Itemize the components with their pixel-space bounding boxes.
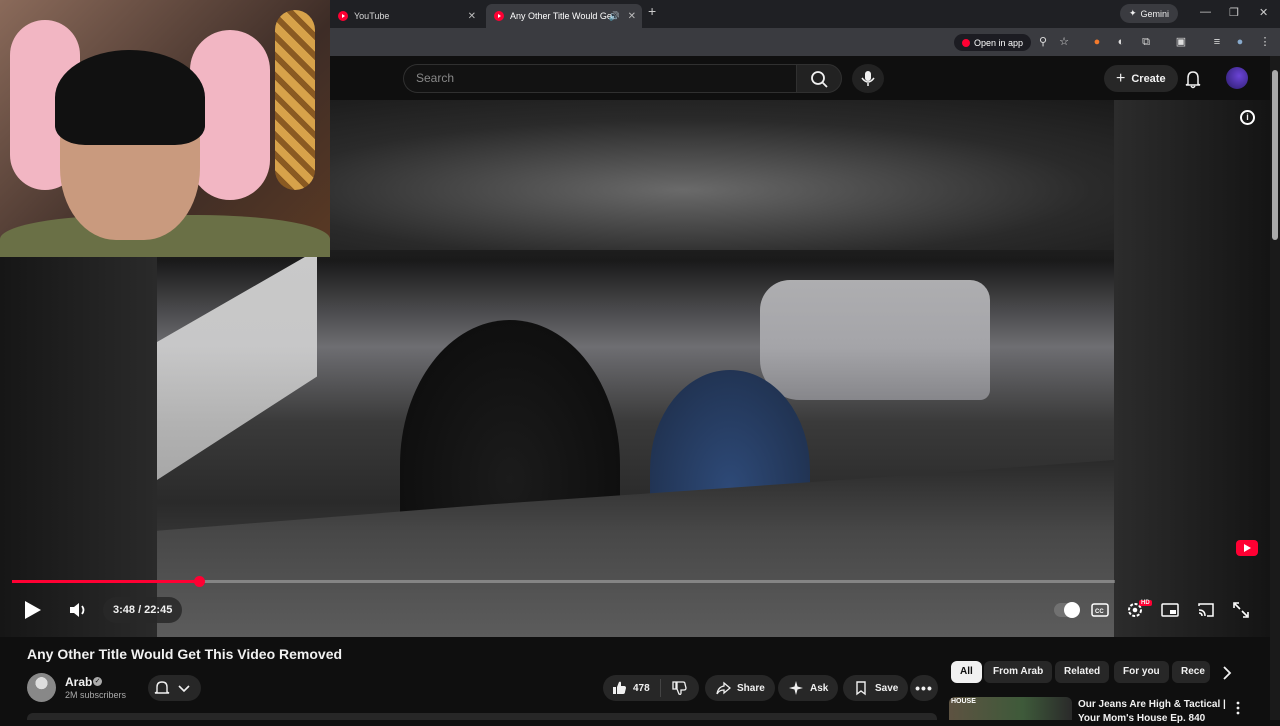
volume-icon (70, 603, 85, 617)
youtube-favicon-icon (338, 11, 348, 21)
extensions-puzzle-icon[interactable]: ⧉ (1139, 35, 1153, 49)
play-button[interactable] (20, 598, 44, 622)
plus-icon: + (1116, 69, 1126, 87)
notifications-bell-icon[interactable] (1182, 68, 1204, 90)
webcam-giraffe-toy (275, 10, 315, 190)
webcam-beanie (55, 50, 205, 145)
sparkle-icon (789, 681, 803, 695)
video-title: Any Other Title Would Get This Video Rem… (27, 646, 343, 662)
extension-icon[interactable]: ◐ (1114, 35, 1128, 49)
search-icon (811, 71, 828, 88)
tab-current-video[interactable]: Any Other Title Would Get 🔊 ✕ (486, 4, 642, 28)
bookmark-icon (856, 681, 866, 696)
video-frame-window (760, 280, 990, 400)
like-count[interactable]: 478 (633, 683, 650, 694)
close-tab-icon[interactable]: ✕ (628, 11, 636, 22)
menu-kebab-icon[interactable]: ⋮ (1258, 35, 1272, 49)
progress-bar[interactable] (12, 576, 1115, 587)
miniplayer-icon[interactable] (1160, 600, 1180, 620)
webcam-overlay (0, 0, 330, 257)
open-in-app-label: Open in app (974, 37, 1024, 48)
microphone-icon (861, 71, 875, 86)
player-letterbox-right (1114, 100, 1270, 637)
more-horizontal-icon: ••• (915, 680, 933, 696)
youtube-favicon-icon (494, 11, 504, 21)
ask-button[interactable]: Ask (778, 675, 839, 701)
cast-icon[interactable] (1196, 600, 1216, 620)
recommendation-thumbnail[interactable]: HOUSE (949, 697, 1072, 720)
channel-avatar[interactable] (27, 673, 56, 702)
save-button[interactable]: Save (843, 675, 909, 701)
chip-recent[interactable]: Rece (1172, 661, 1210, 683)
progress-played (12, 580, 199, 583)
description-box[interactable] (27, 713, 937, 720)
sparkle-icon: ✦ (1129, 8, 1137, 18)
bell-icon (154, 681, 170, 694)
gemini-label: Gemini (1140, 8, 1170, 19)
close-tab-icon[interactable]: ✕ (468, 11, 476, 22)
speaker-icon[interactable]: 🔊 (609, 11, 620, 22)
captions-icon[interactable]: CC (1090, 600, 1110, 620)
fullscreen-icon[interactable] (1231, 600, 1251, 620)
like-dislike-group: 478 (603, 675, 699, 701)
tab-label: Any Other Title Would Get (510, 11, 615, 21)
open-in-app-button[interactable]: Open in app (954, 34, 1032, 51)
autoplay-toggle[interactable] (1054, 602, 1080, 618)
recommendation-menu-icon[interactable] (1233, 700, 1243, 716)
svg-text:CC: CC (1095, 609, 1104, 615)
new-tab-icon[interactable]: + (648, 3, 656, 19)
chip-from-channel[interactable]: From Arab (984, 661, 1053, 683)
share-arrow-icon (716, 681, 731, 695)
tab-youtube[interactable]: YouTube ✕ (330, 4, 482, 28)
thumbnail-text: HOUSE (951, 698, 976, 705)
chip-related[interactable]: Related (1055, 661, 1110, 683)
extension-icon[interactable]: ● (1090, 35, 1104, 49)
youtube-app-icon (962, 38, 970, 47)
chevron-down-icon (178, 685, 190, 693)
restore-icon[interactable]: ❐ (1229, 6, 1239, 19)
youtube-logo-icon[interactable] (1236, 540, 1258, 556)
recommendation-title[interactable]: Our Jeans Are High & Tactical | Your Mom… (1078, 698, 1228, 726)
voice-search-button[interactable] (852, 64, 884, 93)
info-icon[interactable]: i (1240, 110, 1255, 125)
save-label: Save (875, 682, 899, 694)
like-divider (659, 679, 661, 697)
dislike-thumb-icon[interactable] (671, 680, 687, 696)
create-label: Create (1131, 72, 1166, 85)
volume-button[interactable] (66, 598, 90, 622)
bookmark-star-icon[interactable]: ☆ (1057, 35, 1071, 49)
minimize-icon[interactable]: — (1200, 6, 1211, 18)
cast-tab-icon[interactable]: ▣ (1174, 35, 1188, 49)
share-label: Share (737, 682, 765, 694)
verified-check-icon: ✓ (93, 677, 102, 686)
chip-all[interactable]: All (951, 661, 982, 683)
subscription-bell-button[interactable] (148, 675, 201, 701)
progress-scrubber[interactable] (193, 576, 205, 587)
more-actions-button[interactable]: ••• (910, 675, 938, 701)
search-input[interactable]: Search (403, 64, 797, 93)
channel-name[interactable]: Arab (65, 675, 92, 689)
reading-list-icon[interactable]: ≡ (1210, 35, 1224, 49)
subscriber-count: 2M subscribers (65, 690, 127, 700)
time-display: 3:48 / 22:45 (103, 597, 183, 623)
close-window-icon[interactable]: ✕ (1259, 6, 1268, 19)
ask-label: Ask (810, 682, 829, 694)
search-button[interactable] (796, 64, 842, 93)
play-icon (25, 601, 41, 619)
profile-icon[interactable]: ● (1233, 35, 1247, 49)
chevron-right-icon[interactable] (1218, 664, 1236, 682)
scrollbar-thumb[interactable] (1272, 70, 1278, 240)
hd-badge: HD (1139, 600, 1152, 606)
chip-for-you[interactable]: For you (1114, 661, 1169, 683)
like-thumb-icon[interactable] (611, 680, 627, 696)
tab-label: YouTube (354, 11, 390, 21)
gemini-button[interactable]: ✦ Gemini (1120, 4, 1179, 23)
create-button[interactable]: + Create (1104, 65, 1178, 92)
account-avatar[interactable] (1226, 67, 1248, 89)
share-button[interactable]: Share (705, 675, 775, 701)
zoom-icon[interactable]: ⚲ (1036, 35, 1050, 49)
